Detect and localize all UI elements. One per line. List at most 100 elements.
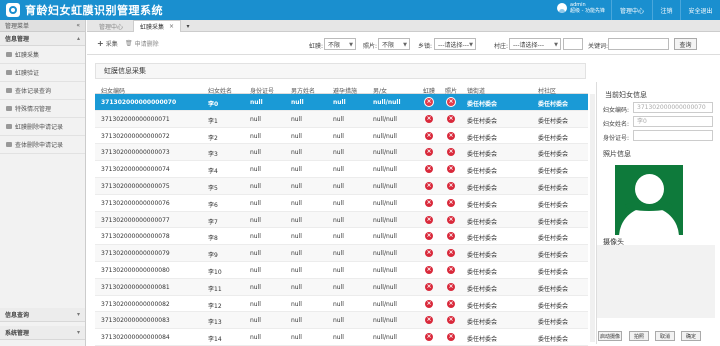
sidebar-item-special-cases[interactable]: 特殊情况管理 (0, 100, 85, 118)
cell-code: 371302000000000079 (101, 250, 170, 258)
iris-missing-icon: × (425, 98, 433, 106)
table-row[interactable]: 371302000000000076 李6 null null null null/nul… (95, 195, 588, 212)
id-field[interactable] (633, 130, 713, 141)
cell-village: 委任村委会 (538, 218, 569, 226)
photo-missing-icon: × (447, 232, 455, 241)
cell-town: 委任村委会 (467, 117, 498, 125)
nav-logout[interactable]: 注销 (652, 0, 680, 20)
photo-missing-icon: × (447, 165, 455, 174)
cell-husband: null (291, 334, 302, 342)
iris-filter-select[interactable]: 不限 ▼ (324, 38, 356, 50)
sidebar-item-iris-verify[interactable]: 虹膜验证 (0, 64, 85, 82)
table-row[interactable]: 371302000000000080 李10 null null null null/nu… (95, 262, 588, 279)
sidebar-section-info-query[interactable]: 信息查询 ▾ (0, 308, 85, 322)
table-row[interactable]: 371302000000000072 李2 null null null null/nul… (95, 128, 588, 145)
cell-id: null (250, 149, 261, 157)
cell-name: 李1 (208, 117, 218, 125)
sidebar-item-exam-delete-requests[interactable]: 查体删除申请记录 (0, 136, 85, 154)
request-delete-button[interactable]: 🗑 申请删除 (125, 39, 159, 48)
table-row[interactable]: 371302000000000074 李4 null null null null/nul… (95, 161, 588, 178)
cell-code: 371302000000000082 (101, 300, 170, 308)
keyword-input[interactable] (608, 38, 669, 50)
iris-missing-icon: × (425, 333, 433, 342)
add-button[interactable]: + 采集 (97, 39, 118, 48)
cell-name: 李12 (208, 302, 222, 310)
cell-town: 委任村委会 (467, 184, 498, 192)
iris-missing-icon: × (425, 131, 433, 140)
table-row[interactable]: 371302000000000082 李12 null null null null/nu… (95, 296, 588, 313)
photo-missing-icon: × (447, 131, 455, 140)
cell-gender: null/null (373, 132, 397, 140)
table-row[interactable]: 371302000000000081 李11 null null null null/nu… (95, 278, 588, 296)
iris-missing-icon: × (425, 282, 433, 291)
table-row[interactable]: 371302000000000077 李7 null null null null/nul… (95, 211, 588, 229)
close-icon[interactable]: × (169, 23, 174, 30)
table-row[interactable]: 371302000000000083 李13 null null null null/nu… (95, 312, 588, 330)
keyword-label: 关键词: (588, 43, 609, 50)
user-info[interactable]: admin 超级 - 功能先锋 (557, 2, 605, 14)
cell-id: null (250, 132, 261, 140)
app-title: 育龄妇女虹膜识别管理系统 (25, 4, 163, 17)
tab-iris-capture[interactable]: 虹膜采集 × (133, 20, 181, 32)
chevron-down-icon: ▾ (76, 311, 80, 318)
cell-town: 委任村委会 (467, 252, 498, 260)
sidebar: 管理菜单 « 信息管理 ▴ 虹膜采集 虹膜验证 查体记录查询 特殊情况管理 虹膜… (0, 20, 86, 346)
table-row[interactable]: 371302000000000079 李9 null null null null/nul… (95, 245, 588, 262)
cell-husband: null (291, 182, 302, 190)
nav-management-center[interactable]: 管理中心 (611, 0, 652, 20)
table-row[interactable]: 371302000000000078 李8 null null null null/nul… (95, 228, 588, 246)
sidebar-item-iris-capture[interactable]: 虹膜采集 (0, 46, 85, 64)
cell-id: null (250, 300, 261, 308)
table-row[interactable]: 371302000000000070 李0 null null null null/nul… (95, 94, 588, 111)
code-field[interactable]: 371302000000000070 (633, 102, 713, 113)
town-filter-select[interactable]: ---请选择--- ▼ (434, 38, 476, 50)
cell-gender: null/null (373, 149, 397, 157)
table-row[interactable]: 371302000000000071 李1 null null null null/nul… (95, 110, 588, 128)
photo-filter-label: 照片: (363, 43, 378, 50)
nav-exit[interactable]: 安全退出 (680, 0, 720, 20)
cell-gender: null/null (373, 266, 397, 274)
tab-dropdown-icon[interactable]: ▾ (182, 20, 194, 32)
cell-husband: null (291, 115, 302, 123)
cell-contraception: null (333, 334, 344, 342)
cell-village: 委任村委会 (538, 302, 569, 310)
table-scrollbar[interactable] (590, 94, 595, 342)
tab-bar: 管理中心 虹膜采集 × ▾ (87, 20, 720, 32)
village-filter-select[interactable]: ---请选择--- ▼ (509, 38, 561, 50)
search-button[interactable]: 查询 (674, 38, 697, 50)
table-row[interactable]: 371302000000000075 李5 null null null null/nul… (95, 177, 588, 195)
sidebar-section-system[interactable]: 系统管理 ▾ (0, 326, 85, 340)
photo-missing-icon: × (447, 98, 455, 106)
table-row[interactable]: 371302000000000084 李14 null null null null/nu… (95, 329, 588, 346)
name-field[interactable]: 李0 (633, 116, 713, 127)
sidebar-section-info-management[interactable]: 信息管理 ▴ (0, 32, 85, 46)
cell-code: 371302000000000083 (101, 317, 170, 325)
current-woman-panel: 当前妇女信息 妇女编码: 371302000000000070 妇女姓名: 李0… (596, 82, 716, 344)
cell-code: 371302000000000075 (101, 182, 170, 190)
cell-code: 371302000000000070 (101, 99, 177, 106)
start-camera-button[interactable]: 启动摄像 (598, 331, 622, 341)
sidebar-header: 管理菜单 « (0, 20, 85, 32)
chevron-down-icon: ▼ (554, 42, 558, 48)
capture-photo-button[interactable]: 拍照 (629, 331, 649, 341)
confirm-button[interactable]: 确定 (681, 331, 701, 341)
cell-village: 委任村委会 (538, 268, 569, 276)
cell-husband: null (291, 266, 302, 274)
cell-husband: null (291, 199, 302, 207)
photo-info-title: 照片信息 (603, 150, 631, 158)
user-role: 超级 - 功能先锋 (570, 8, 605, 14)
cancel-button[interactable]: 取消 (655, 331, 675, 341)
cell-village: 委任村委会 (538, 101, 569, 108)
extra-filter-input[interactable] (563, 38, 583, 50)
cell-name: 李8 (208, 235, 218, 243)
cell-village: 委任村委会 (538, 235, 569, 243)
cell-contraception: null (333, 283, 344, 291)
collapse-icon[interactable]: « (76, 22, 80, 29)
cell-town: 委任村委会 (467, 151, 498, 159)
sidebar-item-exam-records[interactable]: 查体记录查询 (0, 82, 85, 100)
cell-gender: null/null (373, 250, 397, 258)
table-row[interactable]: 371302000000000073 李3 null null null null/nul… (95, 144, 588, 162)
sidebar-item-iris-delete-requests[interactable]: 虹膜删除申请记录 (0, 118, 85, 136)
photo-filter-select[interactable]: 不限 ▼ (378, 38, 410, 50)
tab-management-center[interactable]: 管理中心 (91, 20, 131, 32)
